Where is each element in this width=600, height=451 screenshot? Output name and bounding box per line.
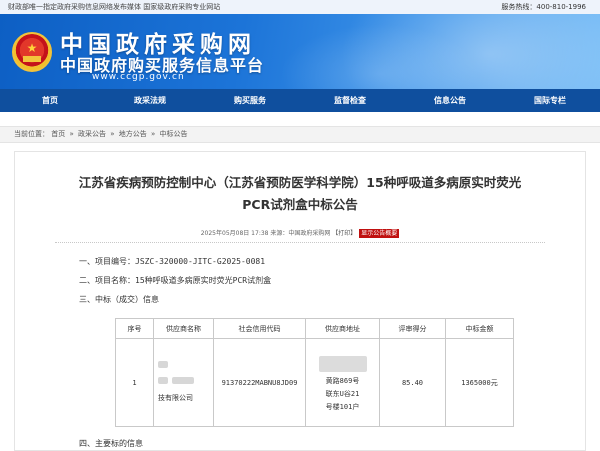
cell-amount: 1365000元 — [445, 338, 514, 427]
site-slogan: 财政部唯一指定政府采购信息网络发布媒体 国家级政府采购专业网站 — [8, 3, 221, 11]
col-index: 序号 — [115, 318, 154, 339]
service-hotline: 服务热线：400-810-1996 — [501, 3, 586, 11]
award-info-heading: 三、中标（成交）信息 — [79, 295, 159, 304]
table-header-row: 序号 供应商名称 社会信用代码 供应商地址 评审得分 中标金额 — [115, 318, 514, 339]
divider — [55, 242, 545, 243]
address-line: 联东U谷21 — [325, 390, 360, 398]
nav-item-regulations[interactable]: 政采法规 — [100, 89, 200, 112]
title-line-1: 江苏省疾病预防控制中心（江苏省预防医学科学院）15种呼吸道多病原实时荧光 — [78, 175, 522, 190]
project-number: 一、项目编号：JSZC-320000-JITC-G2025-0081 — [79, 257, 266, 266]
award-table: 序号 供应商名称 社会信用代码 供应商地址 评审得分 中标金额 1 技有限公司 … — [115, 318, 514, 427]
breadcrumb-separator: » — [110, 130, 115, 138]
show-summary-button[interactable]: 显示公告概要 — [359, 229, 400, 238]
col-score: 评审得分 — [379, 318, 446, 339]
breadcrumb-home[interactable]: 首页 — [51, 130, 65, 138]
page-title: 江苏省疾病预防控制中心（江苏省预防医学科学院）15种呼吸道多病原实时荧光 PCR… — [15, 172, 585, 216]
cell-score: 85.40 — [379, 338, 446, 427]
redacted-text — [172, 377, 195, 384]
cell-credit-code: 91370222MABNU8JD09 — [213, 338, 306, 427]
table-row: 1 技有限公司 91370222MABNU8JD09 黄路869号 联东U谷21… — [115, 338, 514, 427]
redacted-text — [158, 377, 168, 384]
cell-index: 1 — [115, 338, 154, 427]
col-amount: 中标金额 — [445, 318, 514, 339]
redacted-text — [318, 356, 367, 372]
site-banner: ★ 中国政府采购网 中国政府购买服务信息平台 www.ccgp.gov.cn — [0, 14, 600, 89]
site-url: www.ccgp.gov.cn — [92, 72, 185, 82]
announcement-article: 江苏省疾病预防控制中心（江苏省预防医学科学院）15种呼吸道多病原实时荧光 PCR… — [14, 151, 586, 451]
top-info-bar: 财政部唯一指定政府采购信息网络发布媒体 国家级政府采购专业网站 服务热线：400… — [0, 0, 600, 14]
redacted-text — [158, 361, 168, 368]
publish-info: 2025年05月08日 17:38 来源：中国政府采购网 — [200, 230, 333, 237]
next-section-heading: 四、主要标的信息 — [79, 439, 143, 448]
col-credit-code: 社会信用代码 — [213, 318, 306, 339]
nav-item-home[interactable]: 首页 — [0, 89, 100, 112]
breadcrumb-separator: » — [69, 130, 74, 138]
nav-item-services[interactable]: 购买服务 — [200, 89, 300, 112]
national-emblem-icon: ★ — [12, 32, 52, 72]
cell-address: 黄路869号 联东U谷21 号楼101户 — [305, 338, 380, 427]
article-meta: 2025年05月08日 17:38 来源：中国政府采购网 【打印】 显示公告概要 — [15, 228, 585, 238]
address-line: 号楼101户 — [325, 403, 360, 411]
cell-supplier: 技有限公司 — [153, 338, 214, 427]
nav-item-announcements[interactable]: 信息公告 — [400, 89, 500, 112]
title-line-2: PCR试剂盒中标公告 — [242, 197, 358, 212]
col-address: 供应商地址 — [305, 318, 380, 339]
address-line: 黄路869号 — [325, 377, 360, 385]
nav-item-supervision[interactable]: 监督检查 — [300, 89, 400, 112]
breadcrumb-announcements[interactable]: 政采公告 — [78, 130, 106, 138]
breadcrumb-separator: » — [151, 130, 156, 138]
print-link[interactable]: 【打印】 — [332, 230, 356, 237]
breadcrumb: 当前位置： 首页 » 政采公告 » 地方公告 » 中标公告 — [0, 126, 600, 143]
main-nav: 首页 政采法规 购买服务 监督检查 信息公告 国际专栏 — [0, 89, 600, 112]
nav-item-international[interactable]: 国际专栏 — [500, 89, 600, 112]
breadcrumb-local[interactable]: 地方公告 — [119, 130, 147, 138]
breadcrumb-award[interactable]: 中标公告 — [160, 130, 188, 138]
project-name: 二、项目名称：15种呼吸道多病原实时荧光PCR试剂盒 — [79, 276, 272, 285]
supplier-name-visible: 技有限公司 — [158, 393, 193, 402]
breadcrumb-prefix: 当前位置： — [14, 130, 49, 138]
col-supplier: 供应商名称 — [153, 318, 214, 339]
